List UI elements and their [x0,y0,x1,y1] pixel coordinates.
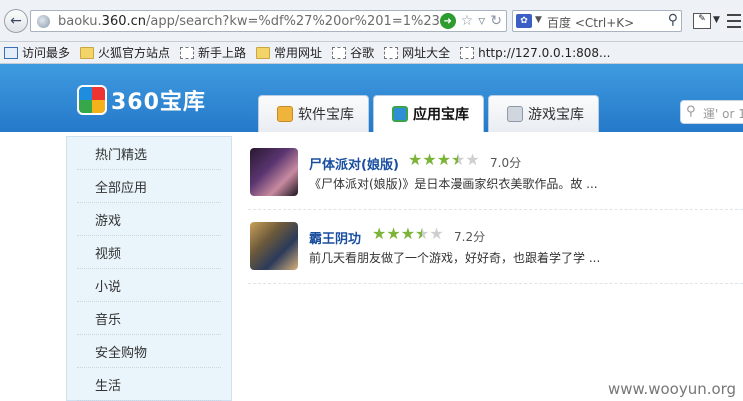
baidu-paw-icon[interactable]: ✿ [516,14,532,28]
site-search-input[interactable]: ⚲ 運' or 1 [680,100,743,124]
folder-icon [80,46,95,59]
toolbar-tool-icon[interactable]: ✎ [693,13,711,29]
sidebar-item-life[interactable]: 生活 [77,368,221,401]
bookmarks-bar: 访问最多 火狐官方站点 新手上路 常用网址 谷歌 网址大全 http://127… [0,42,743,64]
empty-star-icon: ★ [429,224,444,243]
watermark: www.wooyun.org [608,380,737,398]
sidebar-item-games[interactable]: 游戏 [77,203,221,236]
rating-stars: ★ ★ ★ ★ ★ [408,152,480,168]
result-title[interactable]: 尸体派对(娘版) [309,154,399,173]
browser-navbar: ← baoku.360.cn/app/search?kw=%df%27%20or… [0,0,743,42]
sidebar-item-safe-shopping[interactable]: 安全购物 [77,335,221,368]
search-results: 尸体派对(娘版) ★ ★ ★ ★ ★ 7.0分 《尸体派对(娘版)》是日本漫画家… [248,144,743,292]
search-placeholder: 百度 <Ctrl+K> [547,16,635,30]
app-thumbnail[interactable] [250,148,298,196]
star-icon: ★ [436,150,452,169]
logo-icon [77,85,107,115]
category-tabs: 软件宝库 应用宝库 游戏宝库 [258,95,603,132]
page-icon [460,46,475,59]
tab-games[interactable]: 游戏宝库 [488,95,599,132]
star-icon [4,46,18,59]
bookmark-star-icon[interactable]: ☆ [461,13,474,29]
star-icon: ★ [400,224,416,243]
app-box-icon [392,106,408,122]
tab-apps[interactable]: 应用宝库 [373,95,484,132]
software-box-icon [277,106,293,122]
sidebar-item-video[interactable]: 视频 [77,236,221,269]
site-header: 360宝库 软件宝库 应用宝库 游戏宝库 ⚲ 運' or 1 [0,64,743,132]
bookmark-site-directory[interactable]: 网址大全 [384,44,450,61]
page-icon [332,46,347,59]
bookmark-most-visited[interactable]: 访问最多 [4,44,70,61]
result-description: 《尸体派对(娘版)》是日本漫画家织衣美歌作品。故 ... [309,177,598,191]
search-icon: ⚲ [686,104,696,119]
sidebar-item-novels[interactable]: 小说 [77,269,221,302]
bookmark-common-sites[interactable]: 常用网址 [256,44,322,61]
result-item: 尸体派对(娘版) ★ ★ ★ ★ ★ 7.0分 《尸体派对(娘版)》是日本漫画家… [248,144,743,210]
browser-search-field[interactable]: ✿ ▼ 百度 <Ctrl+K> ⚲ [512,10,682,32]
star-icon: ★ [372,224,387,243]
star-icon: ★ [386,224,401,243]
search-icon[interactable]: ⚲ [668,12,678,28]
web-page: 360宝库 软件宝库 应用宝库 游戏宝库 ⚲ 運' or 1 热门精选 全部应用… [0,64,743,401]
result-description: 前几天看朋友做了一个游戏，好好奇，也跟着学了学 ... [309,251,601,265]
bookmark-firefox-site[interactable]: 火狐官方站点 [80,44,170,61]
folder-icon [256,46,271,59]
site-logo[interactable]: 360宝库 [77,84,206,116]
app-thumbnail[interactable] [250,222,298,270]
bookmark-localhost[interactable]: http://127.0.0.1:808... [460,46,611,60]
page-icon [384,46,399,59]
half-star-icon: ★ [451,150,466,169]
url-text: baoku.360.cn/app/search?kw=%df%27%20or%2… [58,14,440,29]
menu-icon[interactable] [727,14,741,28]
rating-score: 7.0分 [490,156,522,170]
tab-software[interactable]: 软件宝库 [258,95,369,132]
star-icon: ★ [422,150,437,169]
back-arrow-icon[interactable]: ← [4,9,28,33]
half-star-icon: ★ [415,224,430,243]
result-item: 霸王阴功 ★ ★ ★ ★ ★ 7.2分 前几天看朋友做了一个游戏，好好奇，也跟着… [248,218,743,284]
star-icon: ★ [408,150,423,169]
rating-stars: ★ ★ ★ ★ ★ [372,226,444,242]
rating-score: 7.2分 [454,230,486,244]
globe-icon [37,15,50,28]
category-sidebar: 热门精选 全部应用 游戏 视频 小说 音乐 安全购物 生活 [66,136,232,401]
result-title[interactable]: 霸王阴功 [309,228,361,247]
url-dropdown-icon[interactable]: ▿ [478,13,485,29]
empty-star-icon: ★ [465,150,480,169]
bookmark-google[interactable]: 谷歌 [332,44,374,61]
sidebar-item-music[interactable]: 音乐 [77,302,221,335]
reload-icon[interactable]: ↻ [490,13,502,29]
engine-dropdown-icon[interactable]: ▼ [535,15,542,25]
go-arrow-icon[interactable]: ➜ [439,13,456,29]
sidebar-item-hot[interactable]: 热门精选 [77,137,221,170]
sidebar-item-all-apps[interactable]: 全部应用 [77,170,221,203]
bookmark-getting-started[interactable]: 新手上路 [180,44,246,61]
page-icon [180,46,195,59]
gamepad-icon [507,106,523,122]
address-bar[interactable]: baoku.360.cn/app/search?kw=%df%27%20or%2… [30,10,507,32]
tool-dropdown-icon[interactable]: ▼ [713,15,720,25]
